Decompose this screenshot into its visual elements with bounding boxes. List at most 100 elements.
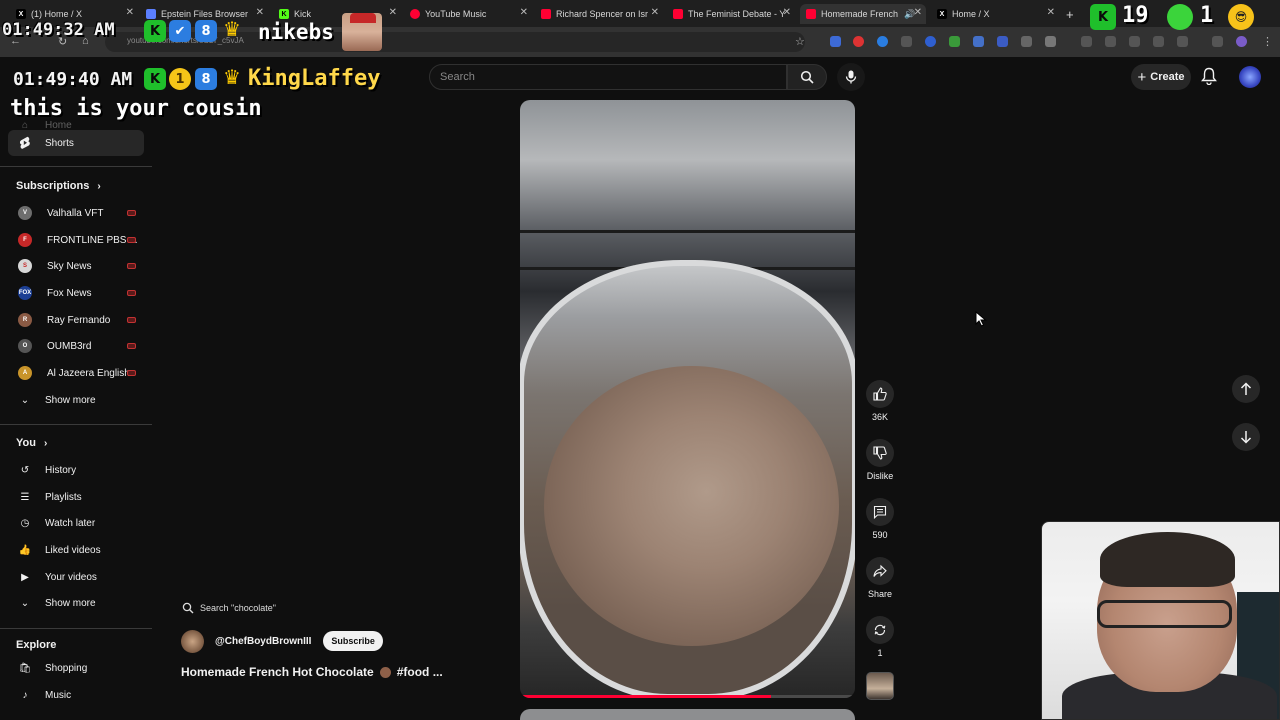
next-short-preview[interactable] — [520, 709, 855, 720]
tab-youtube-music[interactable]: YouTube Music ✕ — [410, 4, 528, 24]
create-button[interactable]: + Create — [1131, 64, 1191, 90]
sidebar-item-subscription[interactable]: A Al Jazeera English — [8, 360, 144, 386]
extension-icon[interactable] — [1177, 36, 1188, 47]
share-button[interactable]: Share — [862, 557, 898, 599]
extension-icon[interactable] — [973, 36, 984, 47]
you-heading[interactable]: You › — [16, 437, 47, 449]
star-icon[interactable]: ☆ — [795, 35, 805, 48]
comments-button[interactable]: 590 — [862, 498, 898, 540]
close-icon[interactable]: ✕ — [783, 7, 791, 18]
search-input[interactable]: Search — [429, 64, 787, 90]
video-title-text: Homemade French Hot Chocolate — [181, 665, 374, 679]
close-icon[interactable]: ✕ — [126, 7, 134, 18]
tab-homemade-french[interactable]: Homemade French 🔊 ✕ — [800, 4, 926, 24]
extension-icon[interactable] — [877, 36, 888, 47]
sidebar-item-liked-videos[interactable]: 👍 Liked videos — [8, 537, 144, 563]
close-icon[interactable]: ✕ — [914, 7, 922, 18]
video-title[interactable]: Homemade French Hot Chocolate #food ... — [181, 665, 443, 679]
sidebar-item-subscription[interactable]: R Ray Fernando — [8, 307, 144, 333]
channel-avatar: F — [18, 233, 32, 247]
dislike-button[interactable]: Dislike — [862, 439, 898, 481]
notifications-button[interactable] — [1201, 67, 1217, 90]
close-icon[interactable]: ✕ — [389, 7, 397, 18]
extension-icon[interactable] — [1236, 36, 1247, 47]
channel-avatar: O — [18, 339, 32, 353]
sidebar-item-label: FRONTLINE PBS ... — [47, 234, 138, 246]
avatar[interactable] — [1239, 66, 1261, 88]
extension-icon[interactable] — [853, 36, 864, 47]
your-videos-icon: ▶ — [21, 571, 29, 583]
close-icon[interactable]: ✕ — [651, 7, 659, 18]
extension-icon[interactable] — [1129, 36, 1140, 47]
search-suggestion-chip[interactable]: Search "chocolate" — [182, 598, 276, 618]
sidebar-item-label: Music — [45, 689, 72, 701]
extension-icon[interactable] — [1021, 36, 1032, 47]
video-progress-fill — [520, 695, 772, 698]
extension-icon[interactable] — [1045, 36, 1056, 47]
webcam-hair — [1100, 532, 1235, 587]
live-icon — [127, 370, 136, 376]
subscribe-button[interactable]: Subscribe — [323, 631, 383, 651]
tab-richard-spencer[interactable]: Richard Spencer on Isr ✕ — [541, 4, 659, 24]
voice-search-button[interactable] — [837, 63, 865, 91]
extension-icon[interactable] — [997, 36, 1008, 47]
extension-icon[interactable] — [925, 36, 936, 47]
sidebar-item-watch-later[interactable]: ◷ Watch later — [8, 510, 144, 536]
webcam-feed — [1041, 521, 1280, 720]
youtube-icon — [673, 9, 683, 19]
live-icon — [127, 290, 136, 296]
sidebar-item-label: OUMB3rd — [47, 340, 92, 352]
new-tab-button[interactable]: + — [1066, 4, 1080, 24]
show-more-you[interactable]: ⌄ Show more — [8, 590, 144, 616]
next-short-button[interactable] — [1232, 423, 1260, 451]
channel-avatar: FOX — [18, 286, 32, 300]
sidebar-item-your-videos[interactable]: ▶ Your videos — [8, 564, 144, 590]
sidebar-item-shopping[interactable]: 🛍 Shopping — [8, 655, 144, 681]
menu-icon[interactable]: ⋮ — [1262, 35, 1273, 48]
shorts-video-player[interactable] — [520, 100, 855, 698]
viewer-count: 19 — [1122, 3, 1149, 28]
extension-icon[interactable] — [1105, 36, 1116, 47]
close-icon[interactable]: ✕ — [1047, 7, 1055, 18]
audio-track-thumbnail[interactable] — [866, 672, 894, 700]
channel-avatar[interactable] — [181, 629, 204, 653]
search-icon — [800, 70, 814, 84]
show-more-subscriptions[interactable]: ⌄ Show more — [8, 387, 144, 413]
sidebar-item-subscription[interactable]: FOX Fox News — [8, 280, 144, 306]
plus-icon: + — [1137, 68, 1147, 86]
close-icon[interactable]: ✕ — [520, 7, 528, 18]
sidebar-item-playlists[interactable]: ☰ Playlists — [8, 484, 144, 510]
channel-name[interactable]: @ChefBoydBrownIII — [215, 636, 311, 647]
sub-badge-icon: 8 — [195, 68, 217, 90]
sidebar-item-shorts[interactable]: Shorts — [8, 130, 144, 156]
remix-button[interactable]: 1 — [862, 616, 898, 658]
like-button[interactable]: 36K — [862, 380, 898, 422]
sidebar-item-subscription[interactable]: V Valhalla VFT — [8, 200, 144, 226]
youtube-icon — [806, 9, 816, 19]
sidebar-item-subscription[interactable]: F FRONTLINE PBS ... — [8, 227, 144, 253]
subscriptions-heading[interactable]: Subscriptions › — [16, 180, 101, 192]
chat-timestamp: 01:49:40 AM — [13, 69, 133, 90]
watch-later-icon: ◷ — [20, 517, 30, 529]
extension-icon[interactable] — [830, 36, 841, 47]
x-icon: X — [16, 9, 26, 19]
extension-icon[interactable] — [1081, 36, 1092, 47]
extension-icon[interactable] — [949, 36, 960, 47]
close-icon[interactable]: ✕ — [256, 7, 264, 18]
tab-feminist-debate[interactable]: The Feminist Debate - Y ✕ — [673, 4, 791, 24]
chat-username: KingLaffey — [248, 66, 381, 91]
tab-home-x-2[interactable]: X Home / X ✕ — [937, 4, 1055, 24]
sidebar-item-history[interactable]: ↺ History — [8, 457, 144, 483]
search-button[interactable] — [787, 64, 827, 90]
previous-short-button[interactable] — [1232, 375, 1260, 403]
sidebar-item-label: History — [45, 464, 77, 476]
sidebar-item-music[interactable]: ♪ Music — [8, 682, 144, 708]
sidebar-item-subscription[interactable]: O OUMB3rd — [8, 333, 144, 359]
extension-icon[interactable] — [901, 36, 912, 47]
extension-icon[interactable] — [1212, 36, 1223, 47]
extension-icon[interactable] — [1153, 36, 1164, 47]
sidebar-item-subscription[interactable]: S Sky News — [8, 253, 144, 279]
sidebar-item-label: Liked videos — [45, 544, 101, 556]
video-progress-bar[interactable] — [520, 695, 855, 698]
mic-icon — [845, 70, 857, 84]
